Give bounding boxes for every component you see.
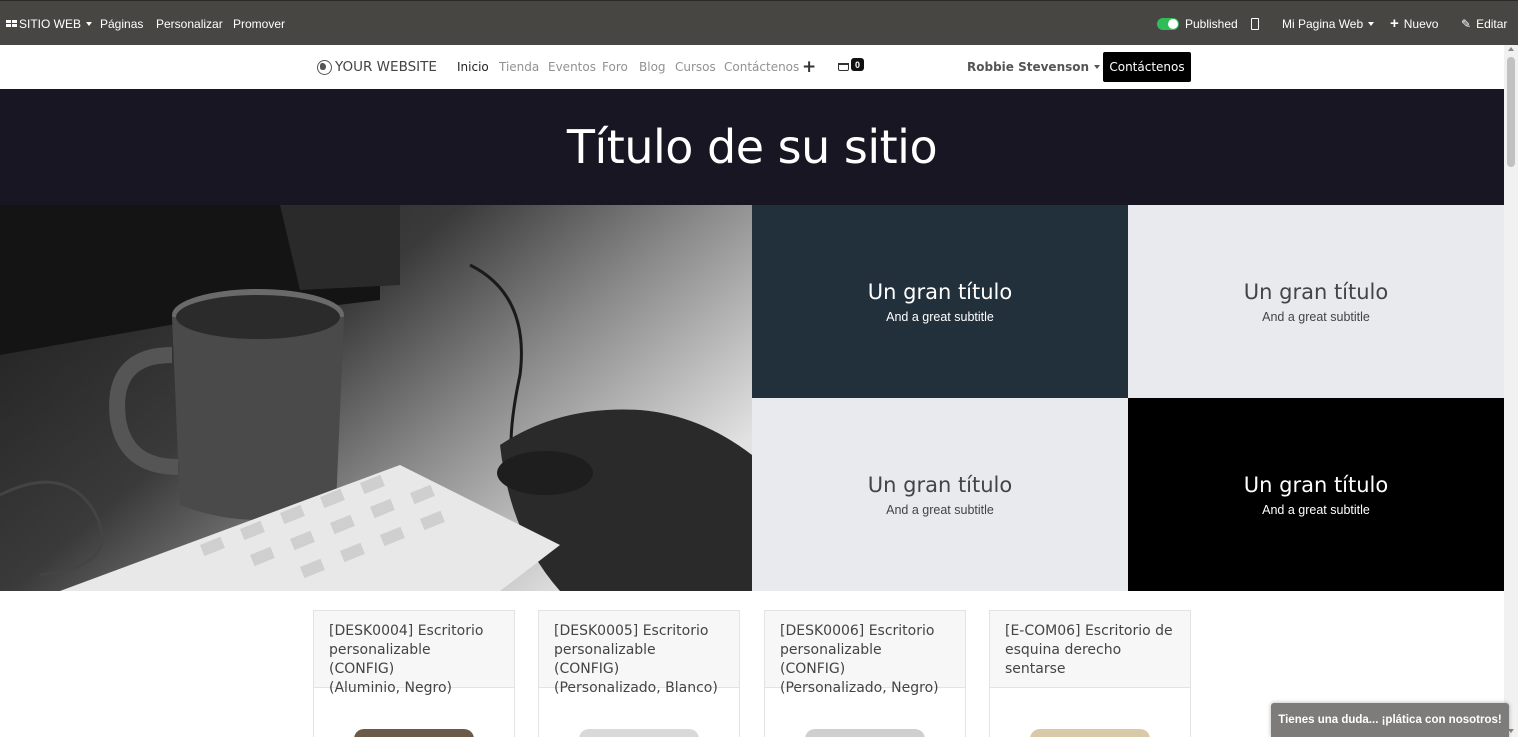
feature-block-1: Un gran título And a great subtitle bbox=[752, 205, 1128, 398]
apps-menu-label: SITIO WEB bbox=[19, 16, 82, 31]
menu-pages[interactable]: Páginas bbox=[100, 1, 143, 46]
product-name[interactable]: [DESK0006] Escritorio personalizable (CO… bbox=[765, 611, 965, 696]
product-card[interactable]: [DESK0005] Escritorio personalizable (CO… bbox=[538, 610, 740, 737]
shopping-cart-icon bbox=[838, 63, 849, 71]
product-name-line: [E-COM06] Escritorio de bbox=[1005, 623, 1173, 639]
product-name-line: [DESK0004] Escritorio bbox=[329, 623, 484, 639]
menu-promote[interactable]: Promover bbox=[233, 1, 285, 46]
chevron-down-icon bbox=[1368, 21, 1375, 26]
product-name-line: esquina derecho bbox=[1005, 642, 1122, 658]
product-name-line: personalizable (CONFIG) bbox=[554, 642, 656, 677]
new-button[interactable]: + Nuevo bbox=[1390, 1, 1438, 46]
desk-coffee-photo bbox=[0, 205, 752, 591]
hero-title: Título de su sitio bbox=[566, 120, 938, 174]
nav-item-cursos[interactable]: Cursos bbox=[675, 45, 716, 89]
product-name-line: (Personalizado, Negro) bbox=[780, 680, 939, 696]
mobile-phone-icon bbox=[1251, 17, 1259, 30]
website-navbar: YOUR WEBSITE Inicio Tienda Eventos Foro … bbox=[0, 45, 1504, 89]
user-name: Robbie Stevenson bbox=[967, 60, 1090, 74]
chevron-down-icon bbox=[1094, 65, 1101, 69]
toggle-switch-icon bbox=[1157, 17, 1179, 30]
feature-block-title: Un gran título bbox=[1243, 472, 1389, 497]
new-button-label: Nuevo bbox=[1403, 16, 1439, 31]
edit-button-label: Editar bbox=[1476, 16, 1508, 31]
feature-block-4: Un gran título And a great subtitle bbox=[1128, 398, 1504, 591]
plus-icon: + bbox=[1390, 15, 1399, 32]
site-logo-text: YOUR WEBSITE bbox=[335, 59, 437, 75]
product-name-line: (Personalizado, Blanco) bbox=[554, 680, 718, 696]
feature-block-title: Un gran título bbox=[867, 472, 1013, 497]
product-name-line: sentarse bbox=[1005, 661, 1066, 677]
product-card[interactable]: [DESK0006] Escritorio personalizable (CO… bbox=[764, 610, 966, 737]
product-name[interactable]: [DESK0005] Escritorio personalizable (CO… bbox=[539, 611, 739, 696]
product-card[interactable]: [DESK0004] Escritorio personalizable (CO… bbox=[313, 610, 515, 737]
website-selector[interactable]: Mi Pagina Web bbox=[1282, 1, 1375, 46]
mobile-preview-button[interactable] bbox=[1251, 1, 1259, 46]
nav-item-foro[interactable]: Foro bbox=[602, 45, 628, 89]
site-logo[interactable]: YOUR WEBSITE bbox=[317, 45, 437, 89]
pencil-icon: ✎ bbox=[1461, 16, 1472, 31]
product-image[interactable] bbox=[354, 729, 474, 737]
nav-item-tienda[interactable]: Tienda bbox=[499, 45, 539, 89]
published-label: Published bbox=[1185, 16, 1238, 31]
feature-block-subtitle: And a great subtitle bbox=[886, 502, 994, 517]
livechat-button[interactable]: Tienes una duda... ¡plática con nosotros… bbox=[1271, 703, 1509, 737]
product-name[interactable]: [E-COM06] Escritorio de esquina derecho … bbox=[990, 611, 1190, 688]
product-card[interactable]: [E-COM06] Escritorio de esquina derecho … bbox=[989, 610, 1191, 737]
nav-item-contactenos[interactable]: Contáctenos bbox=[724, 45, 799, 89]
nav-item-eventos[interactable]: Eventos bbox=[548, 45, 596, 89]
globe-icon bbox=[317, 59, 332, 75]
hero-banner: Título de su sitio bbox=[0, 89, 1504, 205]
product-name-line: [DESK0005] Escritorio bbox=[554, 623, 709, 639]
product-name-line: [DESK0006] Escritorio bbox=[780, 623, 935, 639]
desk-photo-illustration bbox=[0, 205, 752, 591]
chevron-down-icon bbox=[86, 21, 93, 26]
scrollbar-thumb[interactable] bbox=[1507, 57, 1515, 167]
feature-block-2: Un gran título And a great subtitle bbox=[1128, 205, 1504, 398]
scroll-up-arrow-icon[interactable] bbox=[1508, 47, 1514, 51]
product-name-line: (Aluminio, Negro) bbox=[329, 680, 453, 696]
page-scrollbar[interactable] bbox=[1504, 45, 1518, 737]
feature-block-title: Un gran título bbox=[867, 279, 1013, 304]
product-image[interactable] bbox=[1030, 729, 1150, 737]
website-admin-bar: SITIO WEB Páginas Personalizar Promover … bbox=[0, 0, 1518, 45]
product-name[interactable]: [DESK0004] Escritorio personalizable (CO… bbox=[314, 611, 514, 696]
product-image[interactable] bbox=[805, 729, 925, 737]
published-toggle[interactable]: Published bbox=[1157, 1, 1238, 46]
nav-item-blog[interactable]: Blog bbox=[639, 45, 666, 89]
nav-item-inicio[interactable]: Inicio bbox=[457, 45, 489, 89]
website-selector-label: Mi Pagina Web bbox=[1282, 16, 1364, 31]
feature-block-subtitle: And a great subtitle bbox=[886, 309, 994, 324]
user-menu[interactable]: Robbie Stevenson bbox=[967, 45, 1101, 89]
product-name-line: personalizable (CONFIG) bbox=[329, 642, 431, 677]
apps-menu-button[interactable]: SITIO WEB bbox=[6, 1, 93, 46]
feature-block-3: Un gran título And a great subtitle bbox=[752, 398, 1128, 591]
product-name-line: personalizable (CONFIG) bbox=[780, 642, 882, 677]
add-menu-item-button[interactable]: + bbox=[802, 45, 816, 89]
feature-block-subtitle: And a great subtitle bbox=[1262, 502, 1370, 517]
plus-icon: + bbox=[802, 57, 817, 77]
cart-count-badge: 0 bbox=[851, 58, 864, 71]
product-image[interactable] bbox=[579, 729, 699, 737]
apps-grid-icon bbox=[6, 20, 17, 27]
feature-block-title: Un gran título bbox=[1243, 279, 1389, 304]
menu-customize[interactable]: Personalizar bbox=[156, 1, 223, 46]
edit-button[interactable]: ✎ Editar bbox=[1461, 1, 1507, 46]
contact-us-button[interactable]: Contáctenos bbox=[1103, 52, 1191, 82]
feature-block-subtitle: And a great subtitle bbox=[1262, 309, 1370, 324]
